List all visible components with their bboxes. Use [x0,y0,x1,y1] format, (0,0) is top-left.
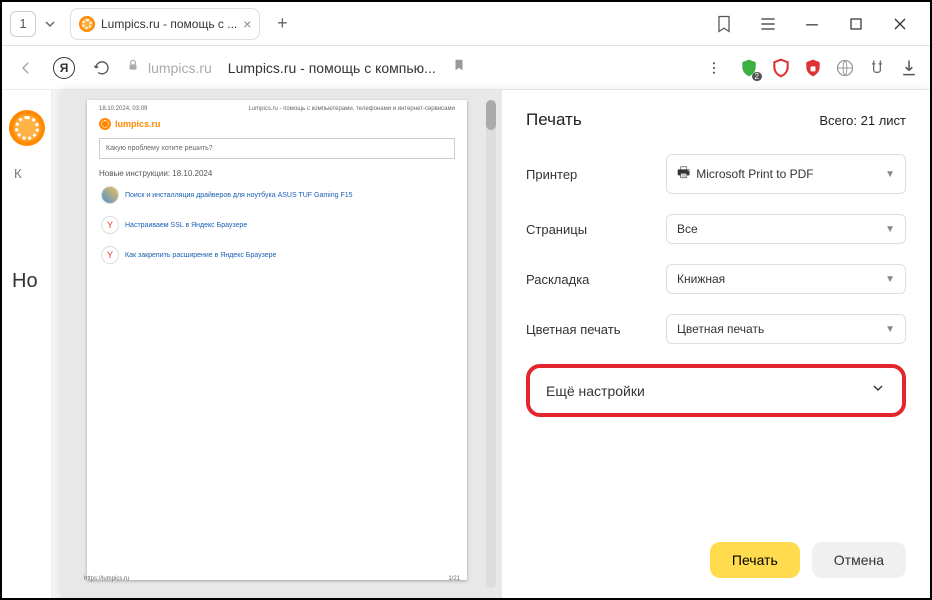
url-box[interactable]: lumpics.ru Lumpics.ru - помощь с компью.… [126,58,466,77]
preview-scrollbar[interactable] [486,100,496,588]
preview-logo-icon [99,118,111,130]
tab-counter[interactable]: 1 [10,11,36,37]
preview-footer-page: 1/21 [448,576,460,582]
print-settings-pane: Печать Всего: 21 лист Принтер 🖶Microsoft… [502,90,930,598]
pages-label: Страницы [526,222,666,237]
preview-item-icon: Y [101,246,119,264]
color-label: Цветная печать [526,322,666,337]
bookmark-bar-icon[interactable] [702,4,746,44]
chevron-down-icon: ▼ [885,274,895,285]
preview-header-title: Lumpics.ru - помощь с компьютерами, теле… [248,106,455,112]
chevron-down-icon: ▼ [885,324,895,335]
back-button[interactable] [12,54,40,82]
yandex-logo-icon[interactable]: Я [50,54,78,82]
reload-button[interactable] [88,54,116,82]
preview-date: 18.10.2024, 03:09 [99,106,147,112]
bookmark-icon[interactable] [452,58,466,77]
print-dialog: 18.10.2024, 03:09 Lumpics.ru - помощь с … [62,90,930,598]
new-tab-button[interactable]: + [268,10,296,38]
printer-icon: 🖶 [677,162,690,186]
feedback-icon[interactable] [866,57,888,79]
color-dropdown[interactable]: Цветная печать ▼ [666,314,906,344]
extension-shield-red-icon[interactable] [770,57,792,79]
downloads-icon[interactable] [898,57,920,79]
chevron-down-icon [870,380,886,401]
bg-letter: К [14,166,51,181]
preview-list-item: Y Настраиваем SSL в Яндекс Браузере [99,214,455,236]
bg-logo-icon [9,110,45,146]
favicon-icon [79,16,95,32]
preview-list-item: Y Как закрепить расширение в Яндекс Брау… [99,244,455,266]
printer-label: Принтер [526,167,666,182]
close-window-button[interactable] [878,4,922,44]
printer-dropdown[interactable]: 🖶Microsoft Print to PDF ▼ [666,154,906,194]
tab-close-button[interactable]: × [243,16,251,32]
print-total: Всего: 21 лист [819,113,906,128]
url-page-title: Lumpics.ru - помощь с компью... [228,60,436,76]
url-domain: lumpics.ru [148,60,212,76]
tabs-dropdown[interactable] [40,18,60,30]
extension-badge: 2 [752,72,762,81]
minimize-button[interactable] [790,4,834,44]
browser-tab[interactable]: Lumpics.ru - помощь с ... × [70,8,260,40]
bg-heading-fragment: Но [12,270,38,293]
print-title: Печать [526,110,582,130]
preview-item-icon [101,186,119,204]
preview-item-icon: Y [101,216,119,234]
more-settings-label: Ещё настройки [546,383,645,399]
extension-lock-red-icon[interactable] [802,57,824,79]
preview-section-heading: Новые инструкции: 18.10.2024 [99,169,455,178]
address-bar: Я lumpics.ru Lumpics.ru - помощь с компь… [2,46,930,90]
content-area: К Но 18.10.2024, 03:09 Lumpics.ru - помо… [2,90,930,598]
layout-label: Раскладка [526,272,666,287]
print-preview-pane: 18.10.2024, 03:09 Lumpics.ru - помощь с … [62,90,502,598]
lock-icon [126,58,140,77]
globe-icon[interactable] [834,57,856,79]
chevron-down-icon: ▼ [885,224,895,235]
layout-dropdown[interactable]: Книжная ▼ [666,264,906,294]
preview-page: 18.10.2024, 03:09 Lumpics.ru - помощь с … [87,100,467,580]
kebab-menu-icon[interactable] [700,54,728,82]
window-titlebar: 1 Lumpics.ru - помощь с ... × + [2,2,930,46]
preview-scroll-thumb[interactable] [486,100,496,130]
preview-search-box: Какую проблему хотите решить? [99,138,455,159]
pages-dropdown[interactable]: Все ▼ [666,214,906,244]
extension-shield-green-icon[interactable]: 2 [738,57,760,79]
background-page: К Но [2,90,52,598]
menu-icon[interactable] [746,4,790,44]
preview-list-item: Поиск и инсталляция драйверов для ноутбу… [99,184,455,206]
preview-footer-url: https://lumpics.ru [84,576,129,582]
print-button[interactable]: Печать [710,542,800,578]
chevron-down-icon: ▼ [885,169,895,180]
tab-title: Lumpics.ru - помощь с ... [101,17,237,31]
more-settings-toggle[interactable]: Ещё настройки [526,364,906,417]
preview-logo-text: lumpics.ru [115,119,161,129]
cancel-button[interactable]: Отмена [812,542,906,578]
maximize-button[interactable] [834,4,878,44]
